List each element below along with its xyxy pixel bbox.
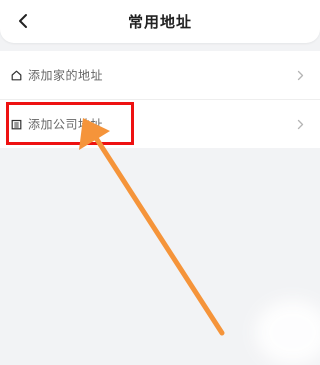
add-company-address-label: 添加公司地址 — [28, 117, 104, 132]
building-icon — [10, 118, 22, 130]
top-bar: 常用地址 — [0, 0, 320, 43]
add-home-address-item[interactable]: 添加家的地址 — [0, 51, 320, 99]
address-list: 添加家的地址 添加公司地址 — [0, 51, 320, 148]
home-icon — [10, 69, 22, 81]
white-blur-spot — [255, 300, 320, 365]
chevron-right-icon — [296, 69, 304, 81]
add-company-address-item[interactable]: 添加公司地址 — [0, 99, 320, 148]
chevron-right-icon — [296, 118, 304, 130]
add-home-address-label: 添加家的地址 — [28, 68, 104, 83]
page-title: 常用地址 — [127, 13, 192, 31]
